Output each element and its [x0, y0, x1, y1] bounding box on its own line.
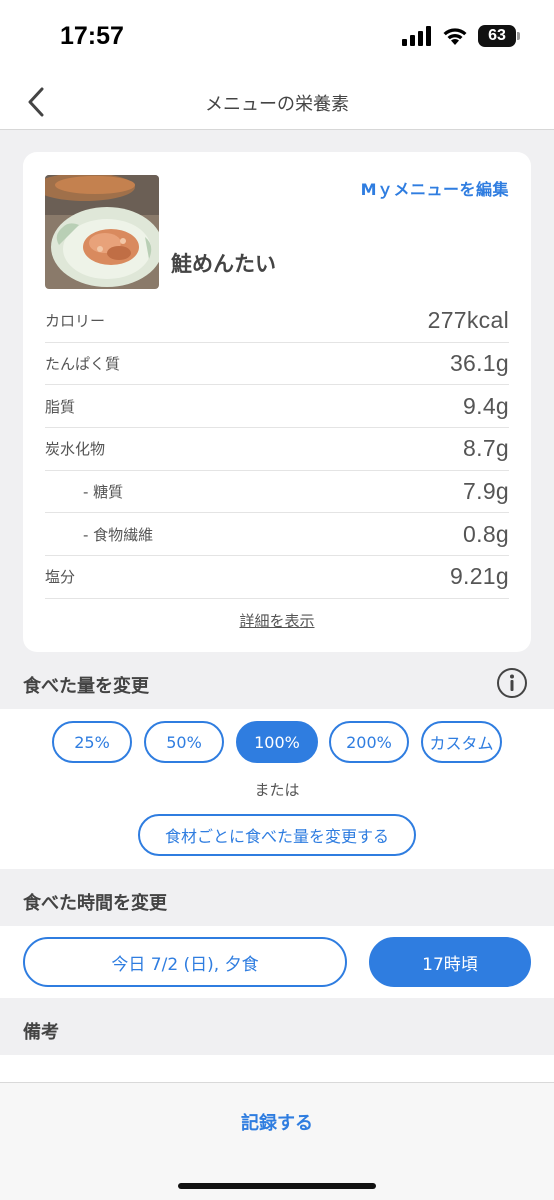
amount-option-200[interactable]: 200% [329, 721, 409, 763]
menu-name: 鮭めんたい [171, 252, 276, 276]
nutrition-value: 7.9g [463, 478, 509, 505]
nutrition-label: - 糖質 [83, 483, 124, 502]
time-button[interactable]: 17時頃 [369, 937, 531, 987]
nutrition-value: 8.7g [463, 435, 509, 462]
status-bar: 17:57 63 [0, 0, 554, 76]
nutrition-value: 0.8g [463, 520, 509, 547]
time-section-title: 食べた時間を変更 [23, 893, 167, 914]
record-button[interactable]: 記録する [0, 1109, 554, 1135]
nutrition-value: 9.4g [463, 392, 509, 419]
status-icons: 63 [402, 25, 520, 47]
nutrition-row-sugar: - 糖質 7.9g [45, 471, 509, 514]
nutrition-label: 脂質 [45, 397, 76, 416]
nutrition-label: 塩分 [45, 568, 76, 587]
amount-option-50[interactable]: 50% [144, 721, 224, 763]
or-label: または [254, 781, 300, 799]
amount-option-25[interactable]: 25% [52, 721, 132, 763]
amount-option-custom[interactable]: カスタム [421, 721, 502, 763]
notes-field[interactable] [0, 1055, 554, 1082]
nutrition-row-fat: 脂質 9.4g [45, 385, 509, 429]
wifi-icon [443, 28, 467, 45]
nutrition-value: 36.1g [449, 350, 509, 377]
show-details-link[interactable]: 詳細を表示 [23, 610, 531, 631]
nutrition-table: カロリー 277kcal たんぱく質 36.1g 脂質 9.4g 炭水化物 8.… [45, 300, 509, 599]
home-indicator [178, 1183, 376, 1189]
nutrition-label: 炭水化物 [45, 440, 106, 459]
nutrition-row-salt: 塩分 9.21g [45, 556, 509, 599]
nutrition-row-carbs: 炭水化物 8.7g [45, 428, 509, 471]
nav-bar: メニューの栄養素 [0, 76, 554, 130]
signal-icon [402, 26, 431, 46]
info-icon[interactable] [496, 667, 528, 699]
amount-option-100[interactable]: 100% [236, 721, 318, 763]
nutrition-value: 277kcal [427, 307, 509, 334]
notes-section-title: 備考 [23, 1022, 59, 1043]
page-title: メニューの栄養素 [205, 94, 349, 115]
nutrition-label: - 食物繊維 [83, 525, 154, 544]
nutrition-row-protein: たんぱく質 36.1g [45, 343, 509, 386]
nutrition-label: カロリー [45, 312, 106, 331]
per-ingredient-amount-button[interactable]: 食材ごとに食べた量を変更する [138, 814, 416, 856]
battery-icon: 63 [478, 25, 520, 47]
bottom-bar: 記録する [0, 1082, 554, 1200]
status-time: 17:57 [60, 22, 124, 50]
nutrition-label: たんぱく質 [45, 355, 121, 374]
nutrition-card: Mｙメニューを編集 鮭めんたい カロリー 277kcal たんぱく質 36.1g… [23, 152, 531, 652]
edit-my-menu-link[interactable]: Mｙメニューを編集 [361, 176, 509, 200]
food-photo [45, 175, 159, 289]
date-meal-button[interactable]: 今日 7/2 (日), 夕食 [23, 937, 347, 987]
nutrition-value: 9.21g [449, 563, 509, 590]
nutrition-row-fiber: - 食物繊維 0.8g [45, 513, 509, 557]
nutrition-row-calories: カロリー 277kcal [45, 300, 509, 343]
amount-section-title: 食べた量を変更 [23, 676, 149, 697]
